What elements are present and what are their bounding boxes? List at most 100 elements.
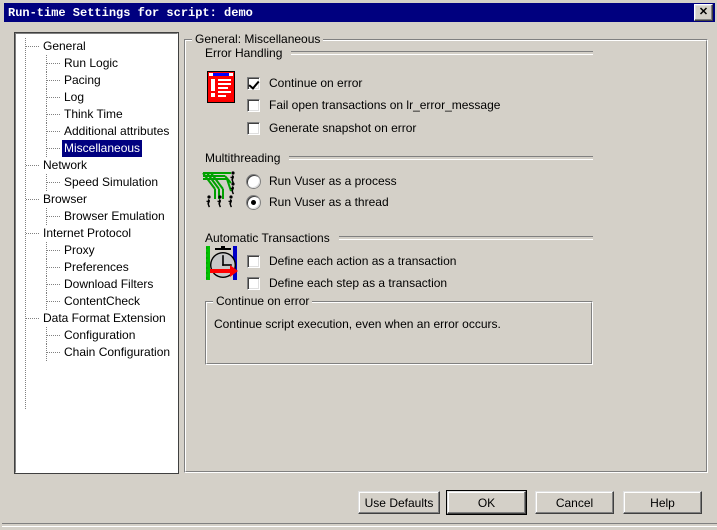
title-bar: Run-time Settings for script: demo ✕: [4, 3, 715, 22]
radio-circle[interactable]: [247, 195, 260, 209]
cancel-button[interactable]: Cancel: [535, 491, 614, 514]
tree-item-log[interactable]: Log: [16, 89, 177, 106]
checkbox-label: Define each action as a transaction: [269, 254, 457, 268]
tree-item-label: Additional attributes: [64, 124, 170, 138]
heading-rule: [289, 156, 593, 160]
help-button[interactable]: Help: [623, 491, 702, 514]
tree-item-general[interactable]: General: [16, 38, 177, 55]
button-label: Use Defaults: [364, 495, 434, 510]
ok-button[interactable]: OK: [447, 491, 526, 514]
tree-item-contentcheck[interactable]: ContentCheck: [16, 293, 177, 310]
tree-branch-line: [46, 276, 47, 293]
tree-item-label: Download Filters: [64, 277, 154, 291]
tree-item-label: ContentCheck: [64, 294, 141, 308]
checkbox-label: Fail open transactions on lr_error_messa…: [269, 98, 501, 112]
tree-connector: [47, 301, 60, 302]
checkbox-define-action-as-transaction[interactable]: Define each action as a transaction: [247, 254, 456, 268]
tree-item-label: Network: [43, 158, 88, 172]
checkbox-box[interactable]: [247, 76, 260, 90]
tree-connector: [26, 46, 39, 47]
tree-item-label: Log: [64, 90, 85, 104]
tree-connector: [47, 267, 60, 268]
tree-connector: [47, 335, 60, 336]
button-label: Help: [650, 495, 675, 510]
multithreading-heading: Multithreading: [205, 151, 593, 165]
tree-branch-line: [46, 242, 47, 259]
radio-circle[interactable]: [247, 174, 260, 188]
error-handling-title: Error Handling: [205, 46, 283, 60]
tree-item-miscellaneous[interactable]: Miscellaneous: [16, 140, 177, 157]
checkbox-fail-open-transactions[interactable]: Fail open transactions on lr_error_messa…: [247, 98, 500, 112]
checkbox-label: Continue on error: [269, 76, 363, 90]
tree-branch-line: [46, 259, 47, 276]
tree-item-data-format-extension[interactable]: Data Format Extension: [16, 310, 177, 327]
tree-connector: [47, 97, 60, 98]
tree-branch-line: [46, 293, 47, 310]
tree-item-run-logic[interactable]: Run Logic: [16, 55, 177, 72]
checkbox-label: Define each step as a transaction: [269, 276, 448, 290]
tree-item-network[interactable]: Network: [16, 157, 177, 174]
radio-label: Run Vuser as a thread: [269, 195, 389, 209]
tree-branch-line: [46, 140, 47, 157]
tree-item-pacing[interactable]: Pacing: [16, 72, 177, 89]
tree-item-proxy[interactable]: Proxy: [16, 242, 177, 259]
tree-item-additional-attributes[interactable]: Additional attributes: [16, 123, 177, 140]
tree-connector: [26, 165, 39, 166]
tree-branch-line: [46, 89, 47, 106]
tree-connector: [26, 318, 39, 319]
checkbox-generate-snapshot[interactable]: Generate snapshot on error: [247, 121, 416, 135]
tree-item-speed-simulation[interactable]: Speed Simulation: [16, 174, 177, 191]
description-group: Continue on error Continue script execut…: [205, 295, 593, 365]
heading-rule: [291, 51, 593, 55]
tree-branch-line: [46, 344, 47, 361]
tree-item-label: Run Logic: [64, 56, 119, 70]
checkbox-box[interactable]: [247, 98, 260, 112]
button-label: OK: [477, 495, 496, 510]
tree-item-label: Proxy: [64, 243, 95, 257]
error-document-icon: [206, 70, 236, 104]
tree-item-internet-protocol[interactable]: Internet Protocol: [16, 225, 177, 242]
tree-item-chain-configuration[interactable]: Chain Configuration: [16, 344, 177, 361]
tree-branch-line: [46, 123, 47, 140]
settings-tree-panel[interactable]: General Run Logic Pacing Log Think Time Addit…: [14, 32, 179, 474]
tree-item-label: General: [43, 39, 86, 53]
checkbox-define-step-as-transaction[interactable]: Define each step as a transaction: [247, 276, 447, 290]
tree-item-label: Miscellaneous: [62, 140, 143, 157]
tree-item-preferences[interactable]: Preferences: [16, 259, 177, 276]
settings-tree[interactable]: General Run Logic Pacing Log Think Time Addit…: [16, 34, 177, 410]
tree-connector: [47, 182, 60, 183]
radio-run-vuser-as-process[interactable]: Run Vuser as a process: [247, 174, 397, 188]
close-icon[interactable]: ✕: [694, 4, 713, 21]
tree-connector: [47, 80, 60, 81]
radio-label: Run Vuser as a process: [269, 174, 397, 188]
button-label: Cancel: [555, 495, 594, 510]
checkbox-box[interactable]: [247, 254, 260, 268]
tree-item-browser[interactable]: Browser: [16, 191, 177, 208]
tree-item-label: Configuration: [64, 328, 136, 342]
checkbox-box[interactable]: [247, 121, 260, 135]
checkbox-continue-on-error[interactable]: Continue on error: [247, 76, 362, 90]
threads-runners-icon: [201, 169, 241, 209]
tree-item-browser-emulation[interactable]: Browser Emulation: [16, 208, 177, 225]
error-handling-heading: Error Handling: [205, 46, 593, 60]
tree-item-download-filters[interactable]: Download Filters: [16, 276, 177, 293]
tree-connector: [47, 352, 60, 353]
description-text: Continue script execution, even when an …: [214, 317, 501, 331]
radio-run-vuser-as-thread[interactable]: Run Vuser as a thread: [247, 195, 389, 209]
tree-item-label: Browser Emulation: [64, 209, 165, 223]
tree-connector: [47, 131, 60, 132]
checkbox-box[interactable]: [247, 276, 260, 290]
tree-item-think-time[interactable]: Think Time: [16, 106, 177, 123]
tree-item-label: Pacing: [64, 73, 101, 87]
use-defaults-button[interactable]: Use Defaults: [358, 491, 440, 514]
tree-connector: [26, 233, 39, 234]
tree-item-configuration[interactable]: Configuration: [16, 327, 177, 344]
tree-branch-line: [46, 106, 47, 123]
tree-connector: [47, 148, 60, 149]
bottom-divider: [2, 523, 717, 527]
tree-branch-line: [46, 208, 47, 225]
tree-item-label: Browser: [43, 192, 88, 206]
stopwatch-arrow-icon: [204, 244, 242, 284]
description-caption: Continue on error: [213, 295, 313, 307]
tree-item-label: Think Time: [64, 107, 123, 121]
